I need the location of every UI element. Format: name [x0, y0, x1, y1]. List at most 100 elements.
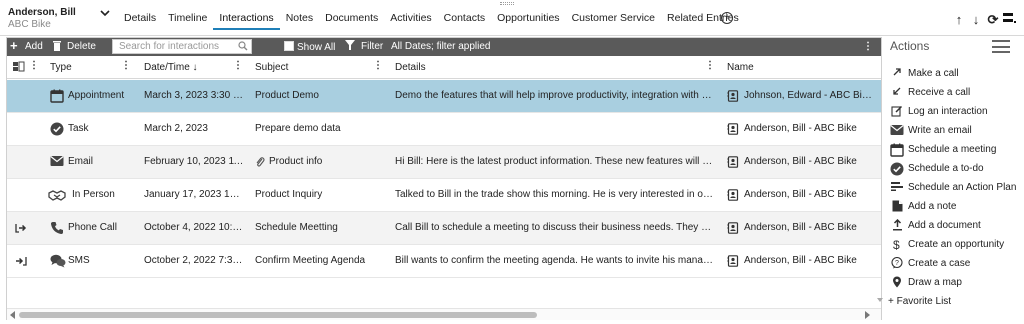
- scroll-right-arrow-icon[interactable]: [865, 311, 870, 319]
- datetime-cell: January 17, 2023 10:…: [144, 189, 244, 200]
- datetime-cell: February 10, 2023 11…: [144, 156, 244, 167]
- action-write-an-email[interactable]: Write an email: [890, 122, 972, 138]
- column-chooser-icon[interactable]: [13, 60, 25, 75]
- grid-options-icon[interactable]: ⋮: [863, 41, 873, 52]
- contact-name: Anderson, Bill: [8, 7, 76, 18]
- action-label: Draw a map: [908, 276, 962, 288]
- type-cell: Appointment: [68, 90, 125, 101]
- action-create-a-case[interactable]: ? Create a case: [890, 255, 970, 271]
- name-cell[interactable]: Anderson, Bill - ABC Bike: [744, 156, 874, 167]
- action-make-a-call[interactable]: Make a call: [890, 65, 959, 81]
- action-add-a-note[interactable]: Add a note: [890, 198, 956, 214]
- tab-notes[interactable]: Notes: [280, 6, 319, 30]
- action-label: Write an email: [908, 124, 972, 136]
- delete-button[interactable]: Delete: [67, 41, 96, 52]
- plus-icon[interactable]: +: [10, 38, 18, 53]
- name-cell[interactable]: Anderson, Bill - ABC Bike: [744, 255, 874, 266]
- incoming-arrow-icon: [890, 86, 904, 98]
- type-column-menu-icon[interactable]: ⋮: [121, 60, 131, 71]
- name-cell[interactable]: Anderson, Bill - ABC Bike: [744, 123, 874, 134]
- action-label: Add a note: [908, 200, 957, 212]
- tab-details[interactable]: Details: [118, 6, 162, 30]
- action-schedule-a-meeting[interactable]: Schedule a meeting: [890, 141, 996, 157]
- subject-cell: Schedule Meetting: [255, 222, 338, 233]
- table-row[interactable]: Task March 2, 2023 Prepare demo data Anders…: [7, 113, 881, 146]
- note-icon: [890, 200, 904, 212]
- chevron-down-icon[interactable]: [100, 8, 110, 18]
- question-bubble-icon: ?: [890, 256, 904, 269]
- arrow-down-icon[interactable]: ↓: [969, 12, 983, 28]
- tab-interactions[interactable]: Interactions: [213, 6, 280, 30]
- search-input[interactable]: Search for interactions: [112, 39, 252, 54]
- column-header-details[interactable]: Details: [395, 62, 426, 73]
- filter-icon[interactable]: [345, 40, 355, 54]
- trash-icon[interactable]: [52, 40, 62, 54]
- tab-documents[interactable]: Documents: [319, 6, 384, 30]
- column-headers: ⋮ Type ⋮ Date/Time ↓ ⋮ Subject ⋮ Details…: [7, 57, 881, 79]
- tab-customer-service[interactable]: Customer Service: [566, 6, 661, 30]
- column-menu-icon[interactable]: ⋮: [29, 60, 39, 71]
- action-log-an-interaction[interactable]: Log an interaction: [890, 103, 988, 119]
- action-add-a-document[interactable]: Add a document: [890, 217, 981, 233]
- show-all-label: Show All: [297, 42, 336, 53]
- scrollbar-thumb[interactable]: [19, 312, 537, 318]
- tab-timeline[interactable]: Timeline: [162, 6, 213, 30]
- tab-activities[interactable]: Activities: [384, 6, 437, 30]
- subject-cell: Product Inquiry: [255, 189, 323, 200]
- checkbox-icon[interactable]: [284, 41, 294, 51]
- contact-card-icon[interactable]: [727, 123, 741, 137]
- add-tab-icon[interactable]: +: [721, 12, 733, 24]
- filter-button[interactable]: Filter: [361, 41, 383, 52]
- action-label: Schedule an Action Plan: [908, 181, 1017, 193]
- upload-icon: [890, 218, 904, 231]
- scroll-down-arrow-icon[interactable]: [877, 298, 883, 302]
- action-label: Create a case: [908, 257, 971, 269]
- table-row[interactable]: SMS October 2, 2022 7:32… Confirm Meeting …: [7, 245, 881, 278]
- drag-grip-icon[interactable]: [500, 2, 514, 5]
- contact-card-icon[interactable]: [727, 156, 741, 170]
- action-label: + Favorite List: [888, 295, 952, 307]
- horizontal-scrollbar[interactable]: [7, 308, 881, 320]
- datetime-cell: March 3, 2023 3:30 …: [144, 90, 243, 101]
- table-row[interactable]: Email February 10, 2023 11… Product info Hi…: [7, 146, 881, 179]
- refresh-icon[interactable]: ⟳: [986, 12, 1000, 28]
- arrow-up-icon[interactable]: ↑: [952, 12, 966, 28]
- contact-company-link[interactable]: ABC Bike: [8, 19, 51, 30]
- column-header-datetime[interactable]: Date/Time ↓: [144, 62, 198, 73]
- hamburger-menu-icon[interactable]: [992, 40, 1010, 53]
- column-header-type[interactable]: Type: [50, 62, 72, 73]
- filter-status: All Dates; filter applied: [391, 41, 491, 52]
- datetime-column-menu-icon[interactable]: ⋮: [233, 60, 243, 71]
- table-row[interactable]: In Person January 17, 2023 10:… Product In…: [7, 179, 881, 212]
- subject-cell: Prepare demo data: [255, 123, 341, 134]
- tab-contacts[interactable]: Contacts: [438, 6, 491, 30]
- action-draw-a-map[interactable]: Draw a map: [890, 274, 962, 290]
- table-row[interactable]: Phone Call October 4, 2022 10:3… Schedule …: [7, 212, 881, 245]
- action-label: Schedule a meeting: [908, 143, 997, 155]
- action-create-an-opportunity[interactable]: $ Create an opportunity: [890, 236, 1004, 252]
- show-all-toggle[interactable]: Show All: [284, 41, 335, 53]
- contact-card-icon[interactable]: [727, 255, 741, 269]
- paperclip-icon: [255, 156, 269, 170]
- tab-opportunities[interactable]: Opportunities: [491, 6, 565, 30]
- name-cell[interactable]: Anderson, Bill - ABC Bike: [744, 189, 874, 200]
- scroll-left-arrow-icon[interactable]: [10, 311, 15, 319]
- interactions-grid: + Add Delete Search for interactions Sho…: [6, 37, 883, 320]
- contact-card-icon[interactable]: [727, 189, 741, 203]
- action-favorite-list[interactable]: + Favorite List: [888, 293, 951, 309]
- action-receive-a-call[interactable]: Receive a call: [890, 84, 970, 100]
- name-cell[interactable]: Anderson, Bill - ABC Bike: [744, 222, 874, 233]
- column-header-subject[interactable]: Subject: [255, 62, 288, 73]
- subject-column-menu-icon[interactable]: ⋮: [373, 60, 383, 71]
- add-button[interactable]: Add: [25, 41, 43, 52]
- layout-toggle-icon[interactable]: [1003, 12, 1017, 28]
- action-schedule-a-to-do[interactable]: Schedule a to-do: [890, 160, 984, 176]
- contact-card-icon[interactable]: [727, 90, 741, 104]
- name-cell[interactable]: Johnson, Edward - ABC Bike,: [744, 90, 874, 101]
- table-row[interactable]: Appointment March 3, 2023 3:30 … Product D…: [7, 80, 881, 113]
- details-column-menu-icon[interactable]: ⋮: [705, 60, 715, 71]
- contact-card-icon[interactable]: [727, 222, 741, 236]
- action-schedule-an-action-plan[interactable]: Schedule an Action Plan: [890, 179, 1016, 195]
- envelope-icon: [890, 124, 904, 136]
- column-header-name[interactable]: Name: [727, 62, 754, 73]
